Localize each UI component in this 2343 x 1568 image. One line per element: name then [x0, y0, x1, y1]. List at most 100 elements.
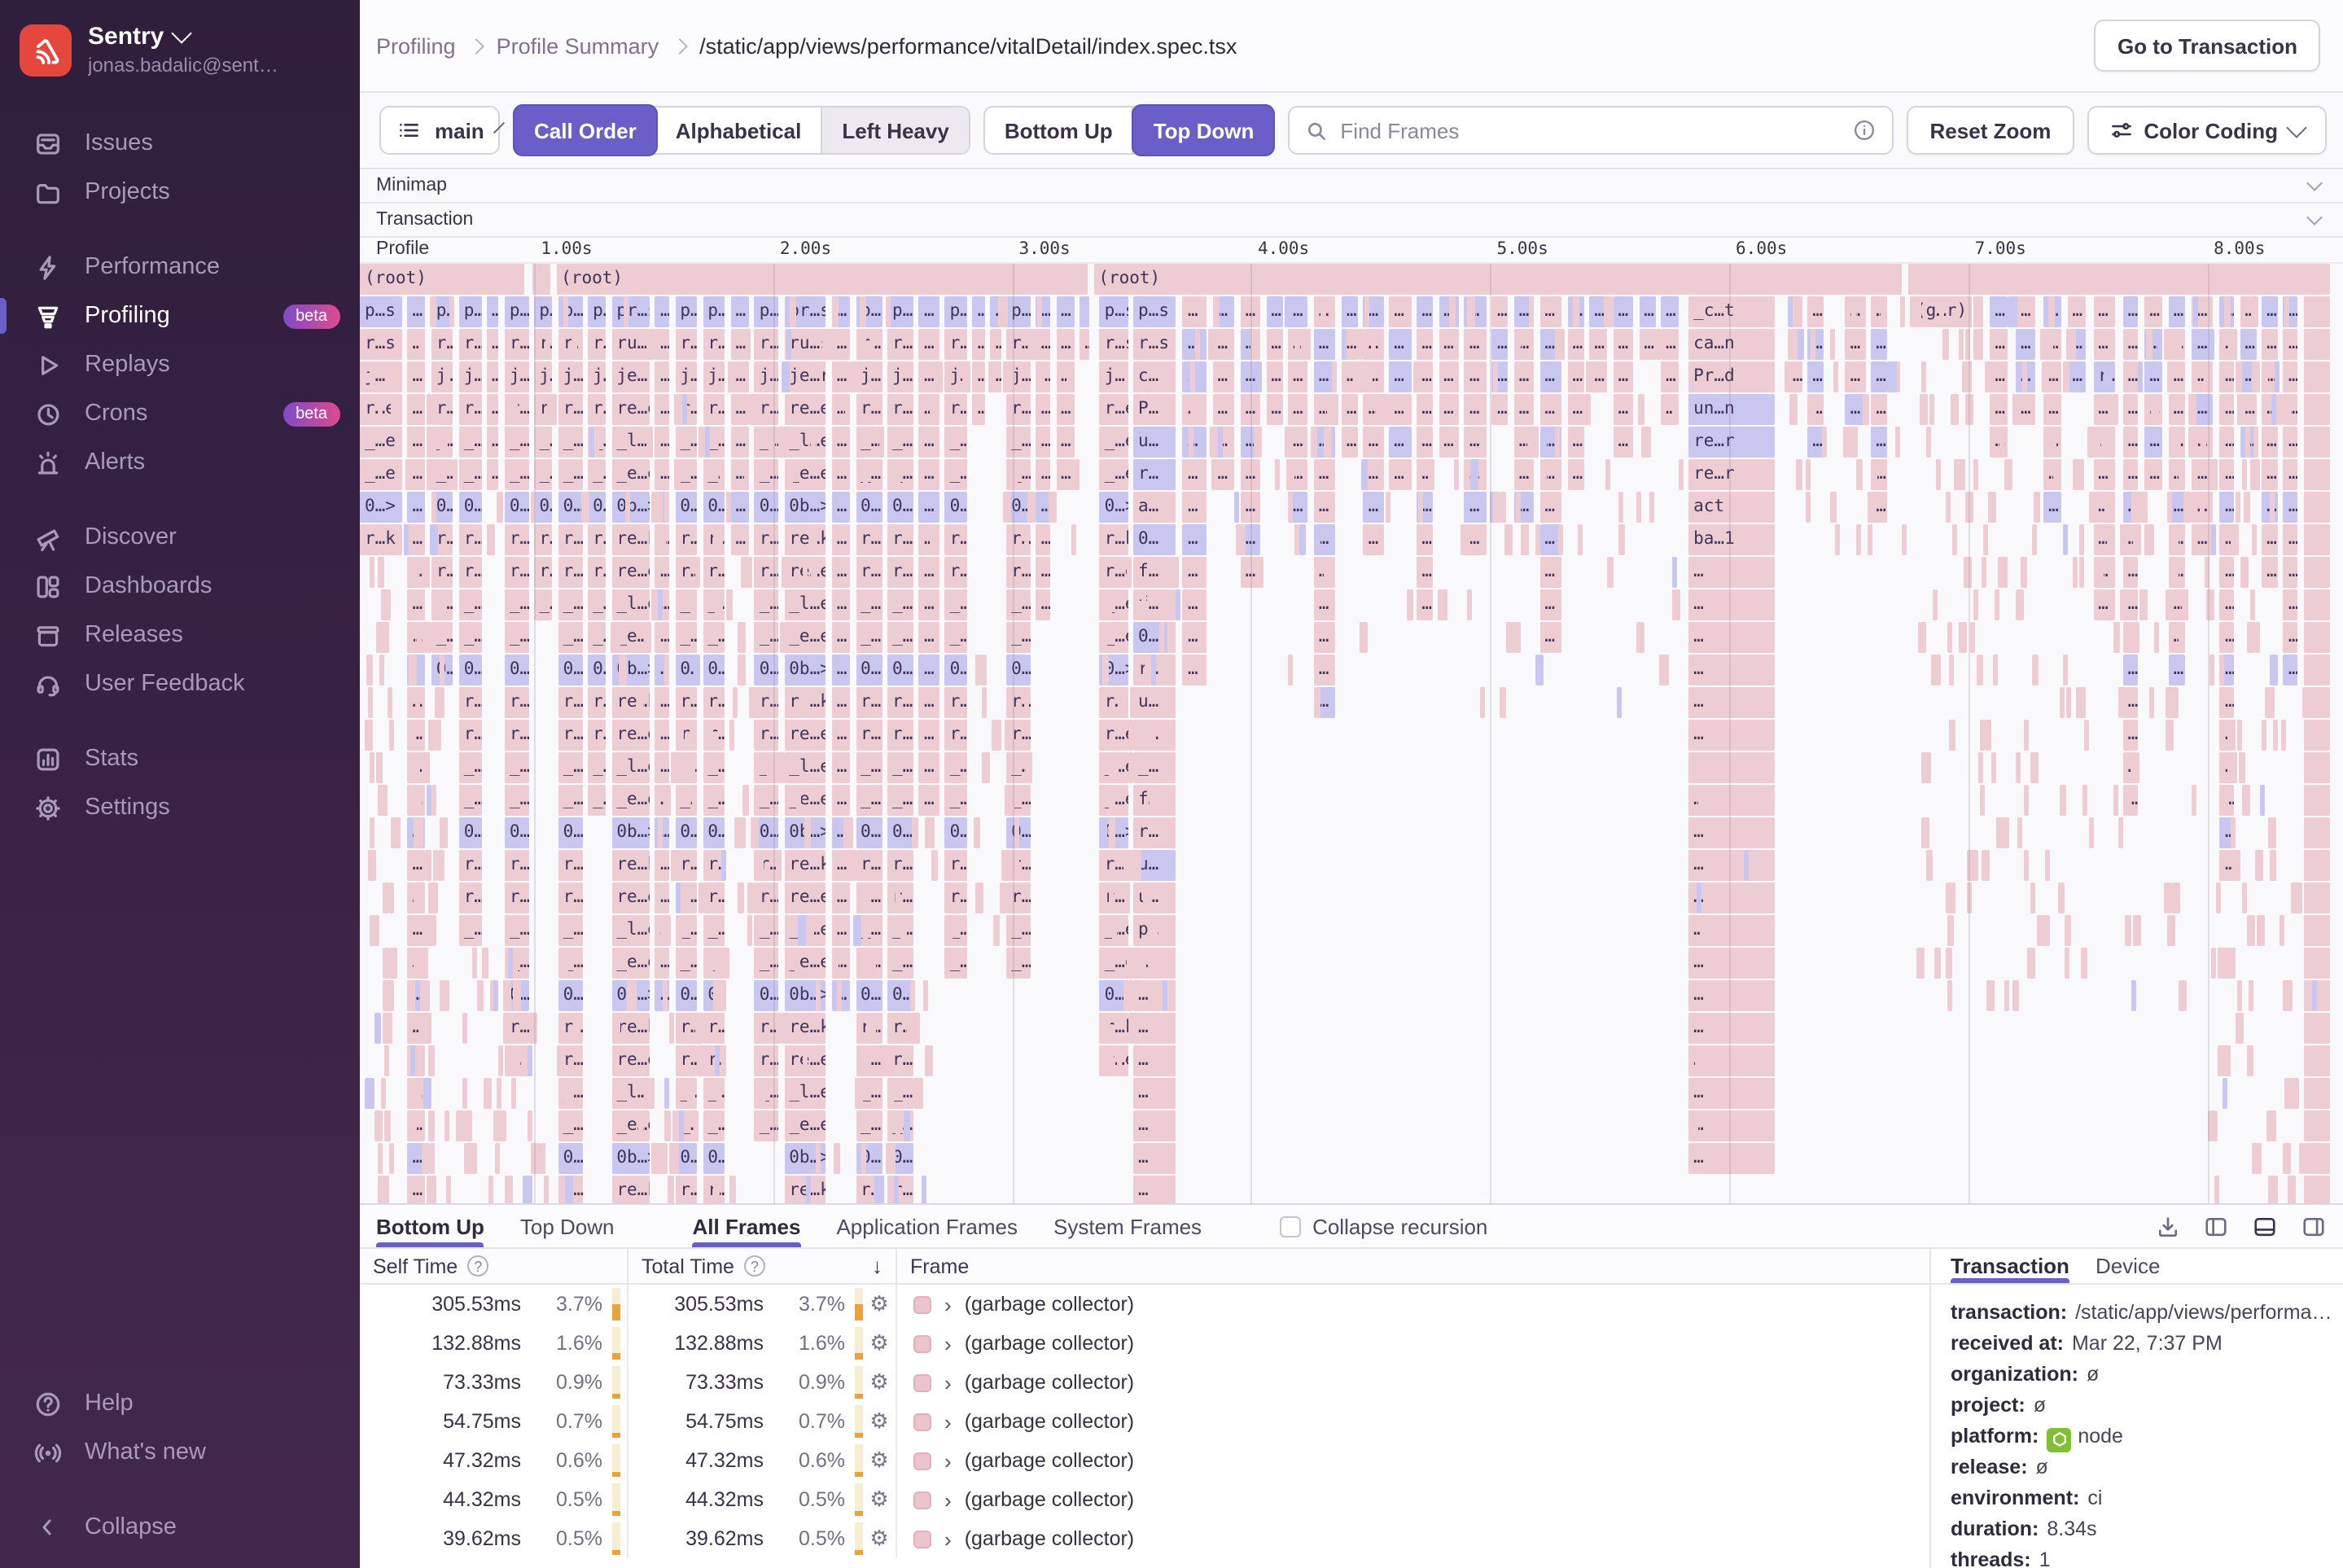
flame-cell[interactable]: …: [1464, 361, 1487, 392]
flame-cell[interactable]: [799, 687, 809, 718]
flame-cell[interactable]: [2218, 948, 2228, 979]
flame-cell[interactable]: [2284, 296, 2290, 327]
flame-cell[interactable]: [425, 850, 432, 881]
flame-cell[interactable]: [2031, 655, 2039, 685]
flame-cell[interactable]: …: [1313, 492, 1336, 523]
flame-cell[interactable]: …: [1182, 296, 1207, 327]
flame-cell[interactable]: [695, 557, 701, 588]
flame-cell[interactable]: [1973, 459, 1978, 490]
flame-cell[interactable]: r…k: [558, 850, 583, 881]
flame-cell[interactable]: [1300, 329, 1312, 360]
flame-cell[interactable]: _…: [703, 785, 725, 816]
flame-cell[interactable]: …: [918, 752, 939, 783]
flame-cell[interactable]: [528, 1013, 538, 1044]
org-switcher[interactable]: Sentry jonas.badalic@sent…: [0, 0, 360, 93]
flame-cell[interactable]: [2240, 296, 2245, 327]
flame-cell[interactable]: [2179, 622, 2184, 653]
flame-cell[interactable]: [1554, 329, 1565, 360]
flame-cell[interactable]: j…: [558, 361, 583, 392]
flame-cell[interactable]: [2236, 492, 2241, 523]
flame-cell[interactable]: …: [1389, 329, 1412, 360]
flame-cell[interactable]: [811, 557, 817, 588]
flame-cell[interactable]: r…: [856, 557, 882, 588]
flame-cell[interactable]: …: [1539, 296, 1562, 327]
flame-cell[interactable]: _l…e: [784, 752, 826, 783]
flame-cell[interactable]: [1506, 622, 1515, 653]
flame-cell[interactable]: p…: [754, 296, 779, 327]
flame-cell[interactable]: [698, 883, 703, 913]
flame-cell[interactable]: 0…: [856, 817, 882, 848]
flame-cell[interactable]: [412, 785, 422, 816]
flame-cell[interactable]: [1542, 459, 1548, 490]
flame-cell[interactable]: _…: [1006, 948, 1031, 979]
flame-cell[interactable]: [720, 459, 725, 490]
flame-cell[interactable]: [1109, 785, 1116, 816]
flame-cell[interactable]: p…s: [360, 296, 402, 327]
flame-cell[interactable]: [380, 1078, 386, 1109]
flame-cell[interactable]: p…s: [558, 296, 583, 327]
flame-cell[interactable]: re…e: [611, 1045, 650, 1076]
flame-cell[interactable]: [1126, 557, 1132, 588]
flame-cell[interactable]: r…k: [1099, 524, 1128, 555]
flame-cell[interactable]: [2252, 361, 2261, 392]
flame-cell[interactable]: …: [2283, 557, 2298, 588]
flame-cell[interactable]: [2179, 980, 2187, 1011]
flame-cell[interactable]: [1074, 459, 1080, 490]
flame-cell[interactable]: [1736, 785, 1745, 816]
flame-cell[interactable]: r…s: [1133, 329, 1176, 360]
flame-cell[interactable]: 0…: [1006, 655, 1031, 685]
sidebar-item-profiling[interactable]: Profiling beta: [0, 291, 360, 340]
sidebar-item-replays[interactable]: Replays: [0, 340, 360, 389]
flame-cell[interactable]: 0…: [458, 817, 481, 848]
flame-cell[interactable]: [1211, 459, 1218, 490]
flame-cell[interactable]: [2250, 459, 2261, 490]
flame-cell[interactable]: [2239, 752, 2245, 783]
flame-cell[interactable]: [497, 1045, 504, 1076]
flame-cell[interactable]: [1141, 589, 1146, 620]
flame-cell[interactable]: [1934, 655, 1942, 685]
flame-cell[interactable]: …: [1182, 622, 1207, 653]
flame-cell[interactable]: …: [1688, 589, 1775, 620]
flame-cell[interactable]: [1929, 394, 1934, 425]
flame-cell[interactable]: [2079, 524, 2085, 555]
flame-cell[interactable]: je…r: [784, 361, 826, 392]
flame-cell[interactable]: [803, 1045, 808, 1076]
flame-cell[interactable]: [432, 850, 439, 881]
flame-cell[interactable]: _…e: [504, 752, 529, 783]
flame-cell[interactable]: …: [1513, 459, 1535, 490]
flame-cell[interactable]: [2234, 850, 2241, 881]
flame-cell[interactable]: [1693, 752, 1703, 783]
flame-cell[interactable]: …: [2144, 361, 2163, 392]
flame-cell[interactable]: …: [972, 394, 985, 425]
table-row[interactable]: 44.32ms 0.5% 44.32ms 0.5% ⚙ › (garbage collect…: [360, 1480, 1929, 1519]
flame-cell[interactable]: …: [1056, 427, 1075, 458]
flame-cell[interactable]: …: [1182, 524, 1207, 555]
flame-cell[interactable]: _…: [458, 785, 481, 816]
flame-cell[interactable]: [2088, 492, 2097, 523]
flame-cell[interactable]: [1109, 752, 1119, 783]
flame-cell[interactable]: [531, 1143, 541, 1174]
flame-cell[interactable]: [1990, 752, 1996, 783]
flame-cell[interactable]: r…: [431, 394, 453, 425]
flame-cell[interactable]: [510, 1078, 517, 1109]
flame-cell[interactable]: …: [730, 296, 749, 327]
flame-cell[interactable]: [2308, 1013, 2314, 1044]
flame-cell[interactable]: [815, 1143, 821, 1174]
flame-cell[interactable]: …: [918, 427, 939, 458]
flame-cell[interactable]: act: [1688, 492, 1775, 523]
tab-bottom-up[interactable]: Bottom Up: [376, 1205, 485, 1247]
flame-cell[interactable]: r…: [887, 557, 914, 588]
flame-cell[interactable]: [637, 1110, 644, 1141]
flame-cell[interactable]: r…: [887, 850, 914, 881]
flame-cell[interactable]: [1946, 492, 1951, 523]
expand-chevron-icon[interactable]: ›: [944, 1370, 952, 1395]
flame-cell[interactable]: [436, 720, 442, 751]
flame-cell[interactable]: …: [1871, 361, 1888, 392]
flame-cell[interactable]: [2242, 883, 2248, 913]
flame-cell[interactable]: r…: [703, 883, 725, 913]
flame-cell[interactable]: [2227, 752, 2237, 783]
flame-cell[interactable]: [1004, 720, 1009, 751]
flame-cell[interactable]: [1856, 459, 1863, 490]
flame-cell[interactable]: [2053, 459, 2062, 490]
flame-cell[interactable]: r…: [675, 1013, 698, 1044]
